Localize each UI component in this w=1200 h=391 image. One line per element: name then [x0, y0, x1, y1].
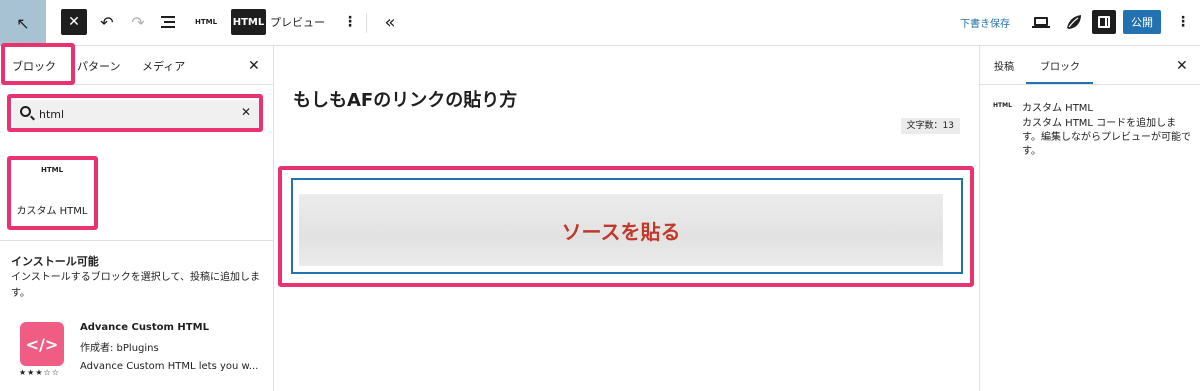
settings-toggle-button[interactable]	[1092, 10, 1116, 34]
tab-media[interactable]: メディア	[142, 58, 185, 74]
chevron-double-left-icon: «	[384, 11, 396, 33]
undo-icon: ↶	[100, 12, 114, 32]
undo-button[interactable]: ↶	[96, 10, 118, 34]
plugin-name[interactable]: Advance Custom HTML	[80, 322, 209, 333]
edit-as-html-button[interactable]: HTML	[231, 9, 266, 35]
collapse-toolbar-button[interactable]: «	[380, 10, 400, 34]
preview-button[interactable]: プレビュー	[270, 10, 325, 34]
plugin-code-icon[interactable]: </>	[20, 322, 64, 366]
plugin-author: 作成者: bPlugins	[80, 343, 159, 354]
tabs-divider	[980, 84, 1200, 85]
close-settings-icon[interactable]: ✕	[1176, 58, 1188, 74]
highlight-blocks-tab	[1, 43, 75, 85]
block-card-description: カスタム HTML コードを追加します。編集しながらプレビューが可能です。	[1022, 118, 1191, 157]
character-count-badge: 文字数：13	[900, 118, 960, 134]
redo-icon: ↷	[131, 12, 145, 32]
installable-description: インストールするブロックを選択して、投稿に追加します。	[11, 272, 260, 299]
highlight-html-block	[278, 166, 974, 287]
tab-block[interactable]: ブロック	[1040, 58, 1080, 73]
plugin-description: Advance Custom HTML lets you w...	[80, 361, 259, 372]
more-vertical-icon: ⋮	[1176, 14, 1190, 30]
jetpack-button[interactable]	[1064, 12, 1084, 32]
laptop-icon	[1032, 16, 1050, 28]
close-inserter-button[interactable]: ✕	[61, 9, 87, 35]
save-draft-button[interactable]: 下書き保存	[960, 12, 1010, 32]
html-block-type-icon[interactable]: HTML	[192, 10, 220, 34]
publish-button[interactable]: 公開	[1123, 10, 1161, 34]
block-options-button[interactable]: ⋮	[343, 10, 357, 34]
html-icon: HTML	[993, 102, 1012, 109]
plugin-rating: ★★★☆☆	[19, 368, 60, 377]
sidebar-icon	[1098, 16, 1110, 28]
more-vertical-icon: ⋮	[343, 14, 357, 30]
tab-patterns[interactable]: パターン	[77, 58, 120, 74]
installable-heading: インストール可能	[11, 255, 99, 268]
highlight-search	[7, 94, 263, 132]
post-title[interactable]: もしもAFのリンクの貼り方	[293, 86, 517, 112]
highlight-custom-html-block	[7, 156, 98, 230]
section-divider	[0, 240, 274, 241]
device-preview-button[interactable]	[1032, 12, 1050, 32]
close-icon: ✕	[68, 14, 80, 30]
list-view-button[interactable]	[158, 10, 180, 34]
leaf-icon	[1067, 15, 1081, 29]
arrow-up-left-icon: ↖	[16, 13, 30, 33]
options-menu-button[interactable]: ⋮	[1176, 10, 1190, 34]
site-back-button[interactable]: ↖	[0, 0, 46, 46]
settings-sidebar: 投稿 ブロック ✕ HTML カスタム HTML カスタム HTML コードを追…	[979, 46, 1200, 391]
toolbar-divider	[366, 13, 367, 33]
redo-button[interactable]: ↷	[127, 10, 149, 34]
editor-toolbar: ↖ ✕ ↶ ↷ HTML HTML プレビュー ⋮ « 下書き保存 公開 ⋮	[0, 0, 1200, 46]
close-inserter-icon[interactable]: ✕	[248, 58, 260, 74]
tab-post[interactable]: 投稿	[994, 58, 1014, 73]
block-card-title: カスタム HTML	[1022, 103, 1094, 114]
